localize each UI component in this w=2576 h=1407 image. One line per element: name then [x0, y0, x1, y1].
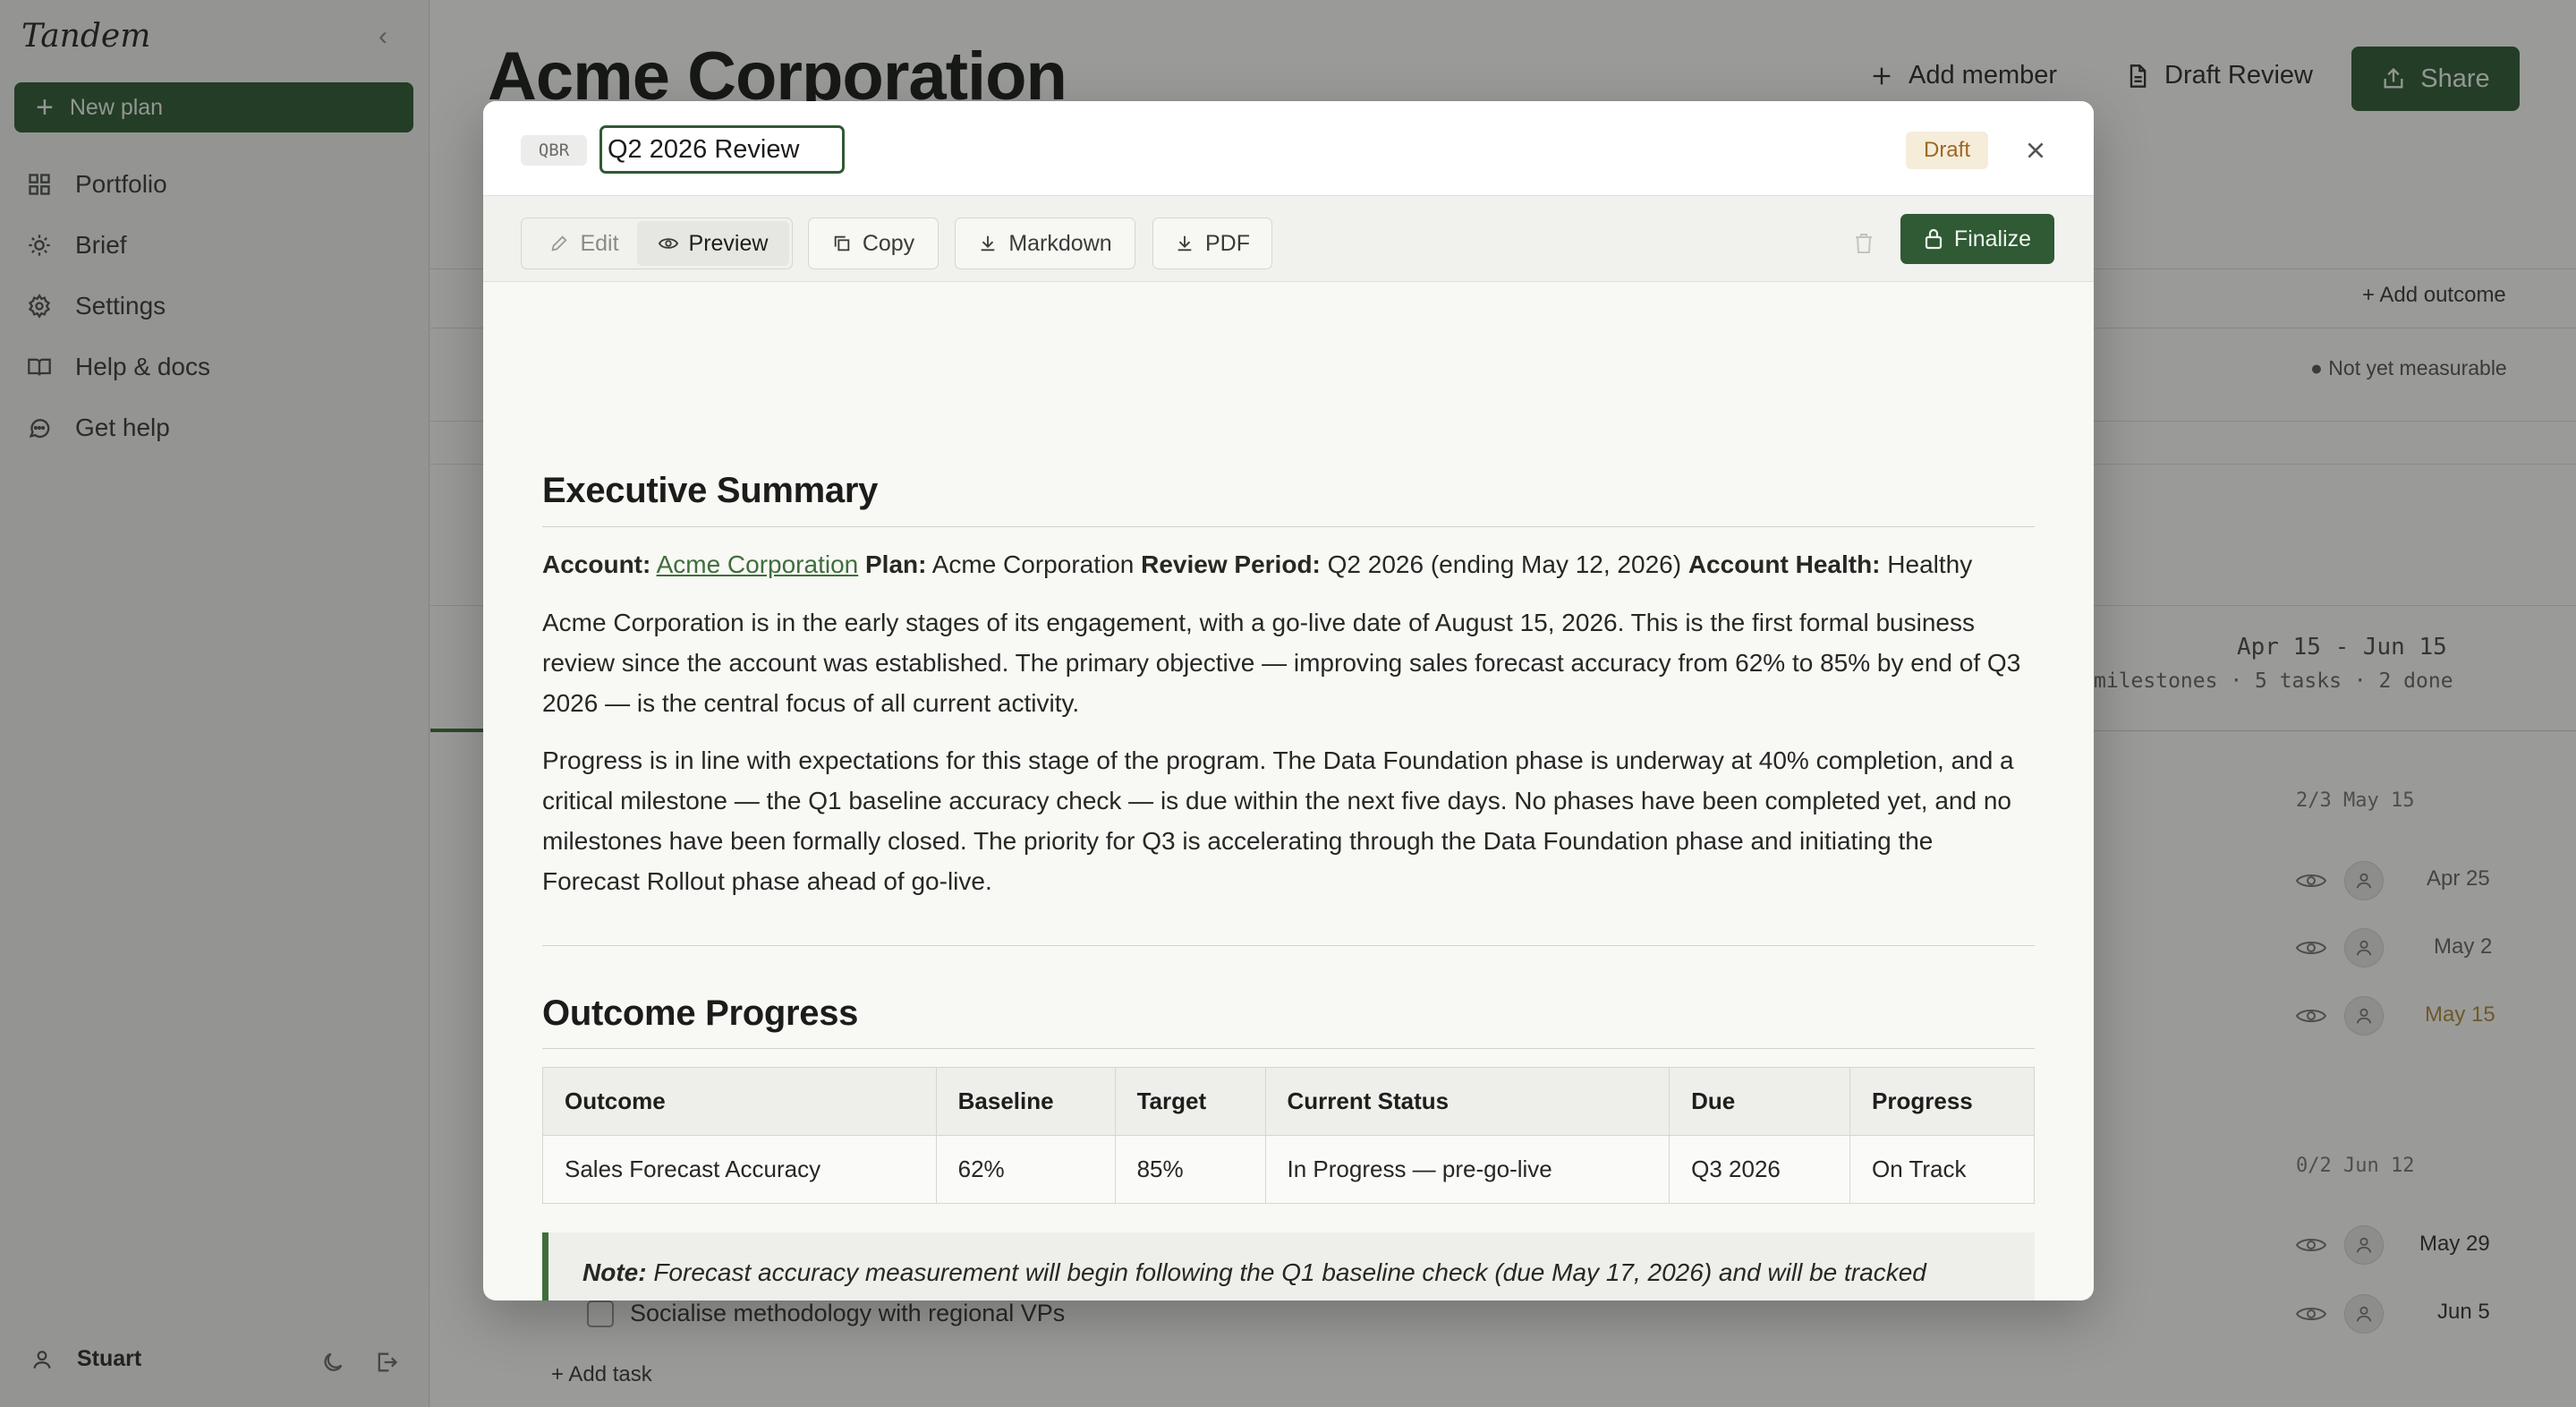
- column-header: Baseline: [935, 1067, 1116, 1136]
- table-cell: 62%: [935, 1135, 1116, 1204]
- modal-header: QBR Draft: [483, 101, 2094, 196]
- close-button[interactable]: [2017, 132, 2054, 169]
- review-modal: QBR Draft Edit Preview Copy Markdown PDF…: [483, 101, 2094, 1300]
- executive-summary-heading: Executive Summary: [542, 471, 879, 510]
- lock-icon: [1925, 228, 1943, 250]
- markdown-download-button[interactable]: Markdown: [955, 217, 1135, 269]
- account-meta-line: Account: Acme Corporation Plan: Acme Cor…: [542, 544, 2035, 584]
- period-label: Review Period:: [1141, 550, 1321, 578]
- summary-paragraph: Progress is in line with expectations fo…: [542, 746, 2014, 895]
- pdf-label: PDF: [1205, 230, 1250, 256]
- markdown-label: Markdown: [1008, 230, 1112, 256]
- review-title-input[interactable]: [599, 125, 845, 174]
- pencil-icon: [551, 235, 568, 252]
- download-icon: [1177, 235, 1192, 252]
- note-text: Forecast accuracy measurement will begin…: [582, 1258, 1926, 1300]
- table-row: Sales Forecast Accuracy 62% 85% In Progr…: [542, 1135, 2035, 1204]
- table-cell: 85%: [1114, 1135, 1266, 1204]
- finalize-label: Finalize: [1953, 226, 2032, 252]
- preview-tab[interactable]: Preview: [637, 221, 789, 266]
- plan-value: Acme Corporation: [931, 550, 1135, 578]
- heading-rule: [542, 526, 2035, 527]
- column-header: Due: [1669, 1067, 1851, 1136]
- pdf-download-button[interactable]: PDF: [1152, 217, 1272, 269]
- health-value: Healthy: [1887, 550, 1973, 578]
- edit-tab[interactable]: Edit: [526, 221, 642, 266]
- table-cell: On Track: [1849, 1135, 2035, 1204]
- copy-icon: [834, 235, 850, 252]
- health-label: Account Health:: [1688, 550, 1881, 578]
- trash-icon: [1856, 234, 1872, 253]
- column-header: Target: [1114, 1067, 1266, 1136]
- eye-icon: [658, 238, 678, 249]
- outcome-note: Note: Forecast accuracy measurement will…: [542, 1232, 2035, 1300]
- table-cell: Sales Forecast Accuracy: [542, 1135, 937, 1204]
- table-cell: In Progress — pre-go-live: [1264, 1135, 1671, 1204]
- note-label: Note:: [582, 1258, 647, 1286]
- delete-button[interactable]: [1849, 221, 1879, 266]
- period-value: Q2 2026 (ending May 12, 2026): [1327, 550, 1682, 578]
- summary-paragraph: Acme Corporation is in the early stages …: [542, 609, 2021, 717]
- copy-button[interactable]: Copy: [808, 217, 939, 269]
- close-icon: [2028, 142, 2044, 158]
- table-header-row: Outcome Baseline Target Current Status D…: [542, 1067, 2035, 1136]
- column-header: Outcome: [542, 1067, 937, 1136]
- section-divider: [542, 945, 2035, 946]
- table-cell: Q3 2026: [1669, 1135, 1851, 1204]
- column-header: Progress: [1849, 1067, 2035, 1136]
- edit-label: Edit: [580, 230, 619, 256]
- heading-rule: [542, 1048, 2035, 1049]
- account-label: Account:: [542, 550, 651, 578]
- plan-label: Plan:: [865, 550, 927, 578]
- finalize-button[interactable]: Finalize: [1900, 214, 2054, 264]
- review-preview: Executive Summary Account: Acme Corporat…: [483, 283, 2094, 1300]
- type-badge: QBR: [521, 135, 587, 166]
- preview-label: Preview: [688, 230, 769, 256]
- status-badge: Draft: [1906, 132, 1988, 169]
- download-icon: [981, 235, 995, 252]
- account-link[interactable]: Acme Corporation: [657, 550, 859, 578]
- outcome-progress-heading: Outcome Progress: [542, 993, 859, 1033]
- column-header: Current Status: [1264, 1067, 1671, 1136]
- copy-label: Copy: [862, 230, 915, 256]
- outcome-table: Outcome Baseline Target Current Status D…: [542, 1067, 2035, 1204]
